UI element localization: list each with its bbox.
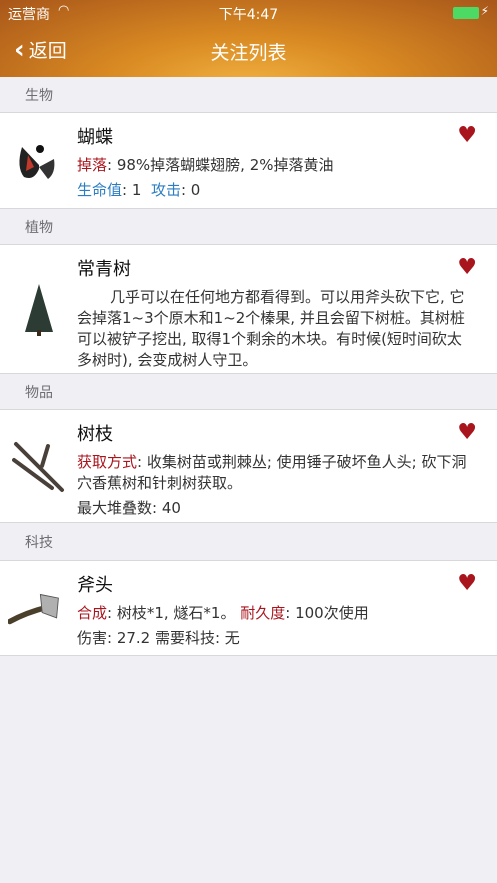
attack-value: : 0 — [180, 181, 201, 199]
list-item[interactable]: 斧头 合成: 树枝*1, 燧石*1。 耐久度: 100次使用 伤害: 27.2 … — [0, 561, 497, 656]
drop-text: : 98%掉落蝴蝶翅膀, 2%掉落黄油 — [107, 156, 334, 174]
twigs-icon — [12, 440, 66, 494]
nav-bar: 运营商 ◠ 下午4:47 ⚡ ‹ 返回 关注列表 — [0, 0, 497, 77]
item-name: 斧头 — [77, 575, 113, 596]
list-item[interactable]: 蝴蝶 掉落: 98%掉落蝴蝶翅膀, 2%掉落黄油 生命值: 1 攻击: 0 ♥ — [0, 113, 497, 209]
item-name: 常青树 — [77, 259, 131, 280]
item-name: 树枝 — [77, 424, 113, 445]
list-item[interactable]: 常青树 几乎可以在任何地方都看得到。可以用斧头砍下它, 它会掉落1~3个原木和1… — [0, 245, 497, 374]
craft-label: 合成 — [77, 604, 108, 622]
item-description: 几乎可以在任何地方都看得到。可以用斧头砍下它, 它会掉落1~3个原木和1~2个榛… — [77, 288, 465, 369]
favorite-heart-icon[interactable]: ♥ — [457, 571, 477, 596]
section-header: 物品 — [0, 374, 497, 410]
butterfly-icon — [12, 135, 66, 189]
section-header: 生物 — [0, 77, 497, 113]
favorite-heart-icon[interactable]: ♥ — [457, 420, 477, 445]
durability-text: : 100次使用 — [285, 604, 369, 622]
drop-label: 掉落 — [77, 156, 108, 174]
section-header: 植物 — [0, 209, 497, 245]
hp-label: 生命值 — [77, 181, 123, 199]
durability-label: 耐久度 — [240, 604, 286, 622]
section-header: 科技 — [0, 523, 497, 561]
item-name: 蝴蝶 — [77, 127, 113, 148]
damage-info: 伤害: 27.2 需要科技: 无 — [77, 629, 240, 647]
source-label: 获取方式 — [77, 453, 138, 471]
evergreen-tree-icon — [12, 283, 66, 337]
battery-icon — [453, 7, 479, 19]
list-item[interactable]: 树枝 获取方式: 收集树苗或荆棘丛; 使用锤子破坏鱼人头; 砍下洞穴香蕉树和针刺… — [0, 410, 497, 523]
craft-text: : 树枝*1, 燧石*1。 — [107, 604, 241, 622]
axe-icon — [8, 581, 62, 635]
stack-size: 最大堆叠数: 40 — [77, 499, 181, 517]
favorite-heart-icon[interactable]: ♥ — [457, 255, 477, 280]
status-bar: 运营商 ◠ 下午4:47 ⚡ — [8, 3, 489, 23]
favorite-heart-icon[interactable]: ♥ — [457, 123, 477, 148]
attack-label: 攻击 — [150, 181, 181, 199]
charging-icon: ⚡ — [480, 4, 489, 18]
page-title: 关注列表 — [210, 42, 287, 64]
hp-value: : 1 — [122, 181, 142, 199]
clock: 下午4:47 — [218, 7, 279, 23]
